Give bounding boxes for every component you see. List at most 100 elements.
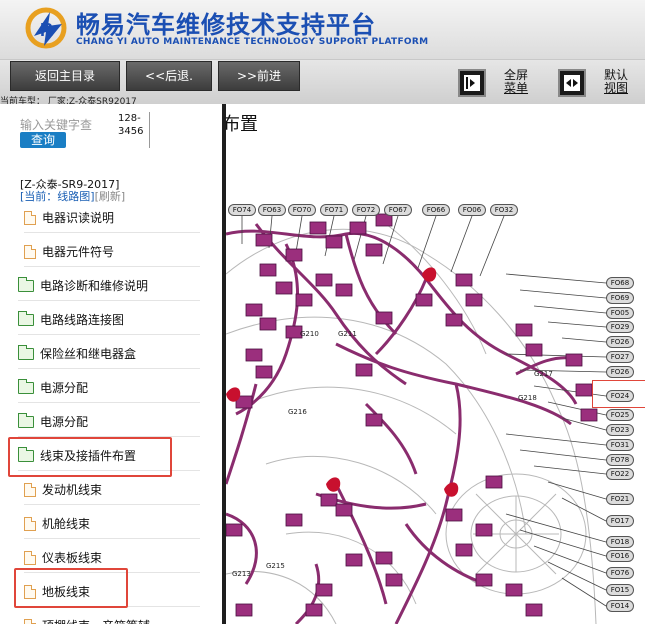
connector-block [285, 513, 303, 527]
tree-item[interactable]: 顶棚线束、音箱等辅 [24, 611, 200, 624]
tree-item[interactable]: 电路线路连接图 [18, 305, 200, 335]
connector-label[interactable]: FO23 [606, 424, 634, 436]
connector-label[interactable]: FO71 [320, 204, 348, 216]
connector-block [255, 233, 273, 247]
connector-block [375, 551, 393, 565]
default-view-label-line2: 视图 [604, 81, 629, 95]
code-display: 128- 3456 [118, 112, 150, 148]
connector-block [295, 293, 313, 307]
tree-item[interactable]: 电器识读说明 [24, 203, 200, 233]
fullscreen-menu-link[interactable]: 全屏 菜单 [504, 69, 528, 95]
connector-label[interactable]: FO21 [606, 493, 634, 505]
app-subtitle: CHANG YI AUTO MAINTENANCE TECHNOLOGY SUP… [76, 37, 429, 47]
connector-block [465, 293, 483, 307]
connector-label[interactable]: FO76 [606, 567, 634, 579]
connector-label[interactable]: FO66 [422, 204, 450, 216]
refresh-link[interactable]: [刷新] [95, 190, 126, 203]
connector-block [515, 323, 533, 337]
connector-block [345, 553, 363, 567]
connector-block [259, 317, 277, 331]
connector-label[interactable]: FO26 [606, 336, 634, 348]
connector-label[interactable]: FO63 [258, 204, 286, 216]
connector-label[interactable]: FO25 [606, 409, 634, 421]
leader-line [547, 561, 607, 591]
connector-block [475, 523, 493, 537]
fullscreen-menu-icon[interactable] [458, 69, 486, 97]
leader-line [561, 577, 607, 607]
connector-label[interactable]: FO14 [606, 600, 634, 612]
leader-line [479, 215, 505, 277]
connector-block [315, 583, 333, 597]
connector-label[interactable]: FO26 [606, 366, 634, 378]
code-line2: 3456 [118, 126, 144, 137]
highlight-box-harness [8, 437, 172, 477]
tree-item-label: 电路诊断和维修说明 [40, 279, 149, 293]
connector-block [305, 603, 323, 617]
default-view-icon[interactable] [558, 69, 586, 97]
search-button[interactable]: 查询 [20, 132, 66, 148]
connector-label[interactable]: FO31 [606, 439, 634, 451]
connector-label[interactable]: FO67 [384, 204, 412, 216]
ground-label: G211 [338, 330, 357, 338]
leader-line [547, 321, 607, 328]
connector-block [315, 273, 333, 287]
connector-label[interactable]: FO27 [606, 351, 634, 363]
back-button[interactable]: <<后退. [126, 61, 212, 91]
forward-button[interactable]: >>前进 [218, 61, 300, 91]
connector-label[interactable]: FO70 [288, 204, 316, 216]
connector-label[interactable]: FO22 [606, 468, 634, 480]
connector-label[interactable]: FO17 [606, 515, 634, 527]
app-window: R 畅易汽车维修技术支持平台 CHANG YI AUTO MAINTENANCE… [0, 0, 645, 624]
connector-block [445, 508, 463, 522]
connector-block [365, 413, 383, 427]
connector-label[interactable]: FO74 [228, 204, 256, 216]
connector-label[interactable]: FO72 [352, 204, 380, 216]
connector-block [255, 365, 273, 379]
ground-label: G218 [518, 394, 537, 402]
connector-label[interactable]: FO16 [606, 550, 634, 562]
ground-label: G216 [288, 408, 307, 416]
connector-block [349, 221, 367, 235]
connector-label[interactable]: FO78 [606, 454, 634, 466]
search-input[interactable]: 输入关键字查 [20, 116, 92, 133]
folder-icon [18, 412, 34, 428]
ground-label: G215 [266, 562, 285, 570]
connector-block [309, 221, 327, 235]
tree-item[interactable]: 机舱线束 [24, 509, 200, 539]
tree-item-label: 顶棚线束、音箱等辅 [42, 617, 150, 624]
connector-block [455, 543, 473, 557]
connector-label[interactable]: FO06 [458, 204, 486, 216]
connector-label[interactable]: FO05 [606, 307, 634, 319]
document-icon [24, 516, 36, 531]
leader-line [417, 215, 437, 269]
connector-block [455, 273, 473, 287]
connector-blocks [226, 213, 598, 617]
connector-label[interactable]: FO29 [606, 321, 634, 333]
tree-item[interactable]: 电源分配 [18, 407, 200, 437]
app-title: 畅易汽车维修技术支持平台 [76, 11, 376, 39]
harness-drawing [226, 213, 607, 624]
default-view-link[interactable]: 默认 视图 [604, 69, 628, 95]
fullscreen-label-line2: 菜单 [504, 81, 529, 95]
connector-block [285, 248, 303, 262]
leader-line [519, 289, 607, 299]
connector-label[interactable]: FO18 [606, 536, 634, 548]
connector-label[interactable]: FO69 [606, 292, 634, 304]
document-icon [24, 482, 36, 497]
tree-item[interactable]: 电源分配 [18, 373, 200, 403]
leader-line [533, 545, 607, 574]
connector-label[interactable]: FO15 [606, 584, 634, 596]
tree-item[interactable]: 保险丝和继电器盒 [18, 339, 200, 369]
tree-item[interactable]: 发动机线束 [24, 475, 200, 505]
connector-label[interactable]: FO68 [606, 277, 634, 289]
tree-item[interactable]: 电路诊断和维修说明 [18, 271, 200, 301]
tree-item[interactable]: 电器元件符号 [24, 237, 200, 267]
leader-line [505, 273, 607, 284]
leader-line [450, 215, 473, 273]
back-to-main-button[interactable]: 返回主目录 [10, 61, 120, 91]
connector-label[interactable]: FO32 [490, 204, 518, 216]
tree-item-label: 电源分配 [40, 381, 89, 395]
tree-item-label: 电源分配 [40, 415, 89, 429]
ground-label: G210 [300, 330, 319, 338]
current-view-label[interactable]: [当前：线路图] [20, 190, 95, 203]
